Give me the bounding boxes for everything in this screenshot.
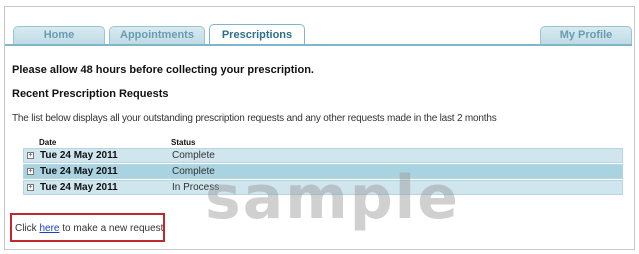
- request-suffix: to make a new request: [59, 223, 164, 234]
- row-status: Complete: [172, 166, 215, 177]
- table-header: Date Status: [23, 136, 623, 148]
- tab-bar: Home Appointments Prescriptions My Profi…: [5, 22, 632, 46]
- section-description: The list below displays all your outstan…: [12, 113, 497, 124]
- expand-icon[interactable]: +: [27, 168, 34, 175]
- tab-appointments[interactable]: Appointments: [109, 26, 205, 44]
- row-date: Tue 24 May 2011: [40, 182, 118, 193]
- table-row[interactable]: + Tue 24 May 2011 Complete: [23, 164, 623, 179]
- expand-icon[interactable]: +: [27, 184, 34, 191]
- row-date: Tue 24 May 2011: [40, 150, 118, 161]
- row-status: Complete: [172, 150, 215, 161]
- collection-notice: Please allow 48 hours before collecting …: [12, 64, 314, 76]
- section-title: Recent Prescription Requests: [12, 88, 169, 100]
- table-row[interactable]: + Tue 24 May 2011 In Process: [23, 180, 623, 195]
- tab-baseline: [5, 44, 632, 46]
- column-header-date: Date: [39, 138, 57, 147]
- row-date: Tue 24 May 2011: [40, 166, 118, 177]
- prescription-table: Date Status + Tue 24 May 2011 Complete +…: [23, 136, 623, 196]
- tab-my-profile[interactable]: My Profile: [540, 26, 632, 44]
- new-request-link[interactable]: here: [39, 223, 59, 234]
- tab-prescriptions[interactable]: Prescriptions: [209, 24, 305, 46]
- column-header-status: Status: [171, 138, 196, 147]
- table-row[interactable]: + Tue 24 May 2011 Complete: [23, 148, 623, 163]
- expand-icon[interactable]: +: [27, 152, 34, 159]
- request-prefix: Click: [15, 223, 40, 234]
- new-request-prompt: Click here to make a new request: [15, 223, 163, 234]
- row-status: In Process: [172, 182, 220, 193]
- tab-home[interactable]: Home: [13, 26, 105, 44]
